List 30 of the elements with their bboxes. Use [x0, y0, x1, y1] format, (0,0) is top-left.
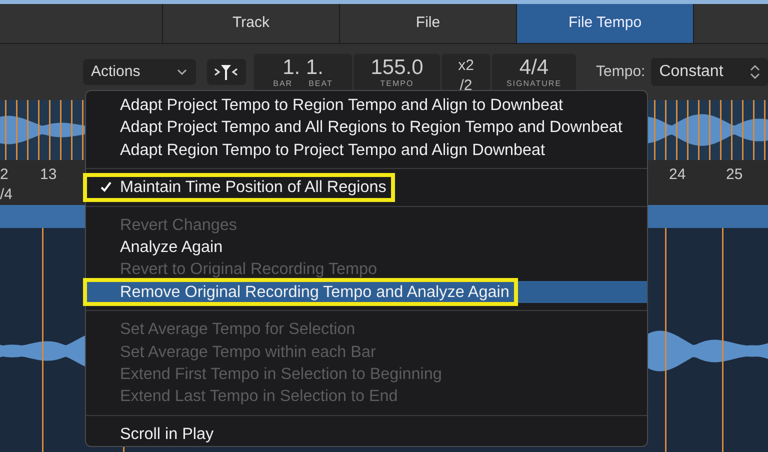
bar-number: 25 [726, 165, 743, 185]
actions-dropdown[interactable]: Actions [83, 59, 196, 85]
tempo-label: Tempo: [596, 62, 646, 82]
menu-item[interactable]: Maintain Time Position of All Regions [86, 176, 647, 199]
bar-number: 13 [40, 165, 57, 185]
chevron-down-icon [176, 68, 188, 76]
lcd-caption: TEMPO [380, 79, 414, 89]
multiplier-button[interactable]: x2 [458, 56, 474, 76]
bar-number: 24 [669, 165, 686, 185]
bar-beat-value: 1. 1. [282, 55, 324, 79]
menu-item[interactable]: Scroll in Play [86, 422, 647, 446]
signature-value: 4/4 [519, 55, 549, 79]
menu-item[interactable]: Adapt Project Tempo and All Regions to Region Tempo and Downbeat [86, 116, 647, 139]
lcd-caption: SIGNATURE [506, 79, 562, 89]
up-down-chevron-icon [750, 64, 760, 80]
tempo-value: 155.0 [370, 55, 424, 79]
annotation-frame: Remove Original Recording Tempo and Analyze Again [86, 280, 516, 304]
menu-item[interactable]: Adapt Region Tempo to Project Tempo and Align Downbeat [86, 138, 647, 162]
time-signature-label: /4 [0, 185, 13, 205]
bar-number: 2 [0, 165, 8, 185]
menu-item[interactable]: Adapt Project Tempo to Region Tempo and Align to Downbeat [86, 94, 647, 116]
lcd-caption: BEAT [308, 79, 333, 89]
tempo-dropdown[interactable]: Constant [651, 58, 768, 86]
funnel-button[interactable] [206, 59, 246, 85]
funnel-arrows-icon [213, 63, 240, 81]
lcd-caption: BAR [273, 79, 293, 89]
tab[interactable]: File Tempo [517, 4, 694, 44]
menu-item[interactable]: Remove Original Recording Tempo and Analyze Again [86, 280, 647, 304]
annotation-frame: Maintain Time Position of All Regions [86, 176, 392, 199]
menu-item[interactable]: Analyze Again [86, 236, 647, 258]
